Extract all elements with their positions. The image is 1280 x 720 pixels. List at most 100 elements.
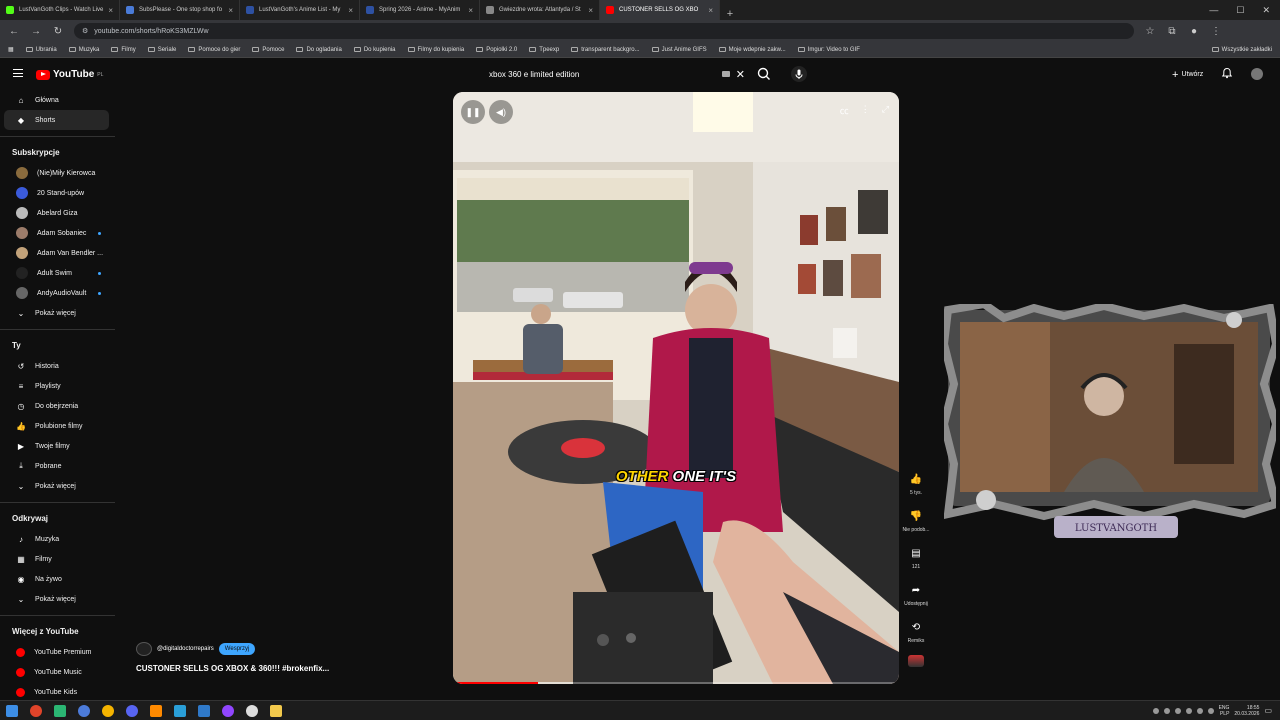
tab-close-icon[interactable]: × — [348, 6, 353, 15]
twitch-taskbar-icon[interactable] — [222, 704, 234, 717]
discord-taskbar-icon[interactable] — [126, 704, 138, 717]
keyboard-icon[interactable] — [722, 71, 730, 77]
tab-close-icon[interactable]: × — [708, 6, 713, 15]
sound-thumbnail[interactable] — [908, 655, 924, 667]
notifications-bell-icon[interactable] — [1221, 67, 1233, 79]
bookmark-item[interactable]: Filmy do kupienia — [407, 47, 464, 53]
tab-close-icon[interactable]: × — [588, 6, 593, 15]
create-button[interactable]: + Utwórz — [1166, 67, 1209, 82]
app5-taskbar-icon[interactable] — [246, 704, 258, 717]
clock[interactable]: 18:55 20.03.2026 — [1234, 705, 1259, 717]
menu-hamburger-icon[interactable] — [13, 69, 23, 77]
action-remix[interactable]: ⟲ Remiks — [907, 618, 925, 645]
support-button[interactable]: Wesprzyj — [218, 643, 256, 655]
browser-tab[interactable]: Gwiezdne wrota: Atlantyda / St × — [480, 0, 600, 20]
sidebar-subscription[interactable]: Abelard Giza — [4, 203, 109, 223]
profile-icon[interactable]: ● — [1188, 26, 1200, 37]
app4-taskbar-icon[interactable] — [198, 704, 210, 717]
youtube-logo[interactable]: YouTube PL — [36, 69, 103, 80]
captions-icon[interactable]: ㏄ — [840, 104, 849, 117]
app3-taskbar-icon[interactable] — [174, 704, 186, 717]
sidebar-item[interactable]: 👍 Polubione filmy — [4, 416, 109, 436]
apps-icon[interactable]: ▦ — [8, 46, 14, 53]
clear-search-icon[interactable]: ✕ — [736, 68, 745, 81]
tray-icon[interactable] — [1163, 707, 1170, 714]
tray-icon[interactable] — [1152, 707, 1159, 714]
search-input[interactable]: xbox 360 e limited edition ✕ — [480, 65, 750, 84]
channel-avatar[interactable] — [136, 642, 152, 656]
notifications-icon[interactable]: ▭ — [1264, 706, 1272, 715]
short-video-player[interactable]: OTHER ONE IT'S ❚❚ ◀) ㏄ ⋮ ⤢ — [453, 92, 899, 684]
sidebar-item[interactable]: ▦ Filmy — [4, 549, 109, 569]
browser-tab[interactable]: CUSTONER SELLS OG XBO × — [600, 0, 720, 20]
browser-taskbar-icon[interactable] — [78, 704, 90, 717]
bookmark-item[interactable]: Filmy — [111, 47, 136, 53]
sidebar-item[interactable]: ≡ Playlisty — [4, 376, 109, 396]
bookmark-item[interactable]: Muzyka — [68, 47, 99, 53]
network-icon[interactable] — [1196, 707, 1203, 714]
bookmark-item[interactable]: Do ogladania — [296, 47, 342, 53]
bookmark-item[interactable]: Imgur: Video to GIF — [797, 47, 860, 53]
action-like[interactable]: 👍 5 tys. — [907, 470, 925, 497]
sidebar-subscription[interactable]: Adult Swim — [4, 263, 109, 283]
sidebar-item[interactable]: ◷ Do obejrzenia — [4, 396, 109, 416]
sidebar-item[interactable]: YouTube Music — [4, 662, 109, 682]
minimize-icon[interactable]: — — [1209, 5, 1218, 15]
sidebar-item[interactable]: YouTube Premium — [4, 642, 109, 662]
forward-icon[interactable]: → — [30, 26, 42, 37]
bookmark-item[interactable]: Ubrania — [25, 47, 57, 53]
you-header[interactable]: Ty — [0, 336, 115, 354]
show-more-subscriptions[interactable]: ⌄ Pokaż więcej — [4, 303, 109, 323]
sidebar-item[interactable]: ▶ Twoje filmy — [4, 436, 109, 456]
sidebar-subscription[interactable]: (Nie)Miły Kierowca — [4, 163, 109, 183]
reload-icon[interactable]: ↻ — [52, 26, 64, 37]
all-bookmarks-item[interactable]: Wszystkie zakładki — [1211, 47, 1272, 53]
bookmark-item[interactable]: Just Anime GIFS — [651, 47, 707, 53]
sidebar-item[interactable]: ⌄ Pokaż więcej — [4, 589, 109, 609]
back-icon[interactable]: ← — [8, 26, 20, 37]
site-info-icon[interactable]: ⚙ — [82, 27, 88, 35]
fullscreen-icon[interactable]: ⤢ — [882, 104, 889, 117]
more-options-icon[interactable]: ⋮ — [861, 104, 870, 117]
volume-tray-icon[interactable] — [1207, 707, 1214, 714]
browser-tab[interactable]: LustVanGoth Clips - Watch Live × — [0, 0, 120, 20]
bookmark-item[interactable]: Popiolki 2.0 — [476, 47, 517, 53]
maximize-icon[interactable]: ☐ — [1236, 5, 1244, 16]
video-progress-bar[interactable] — [453, 682, 899, 684]
bookmark-item[interactable]: Moje wdepnie zakw... — [718, 47, 786, 53]
tab-close-icon[interactable]: × — [468, 6, 473, 15]
chrome-taskbar-icon[interactable] — [30, 704, 42, 717]
tray-icon[interactable] — [1185, 707, 1192, 714]
sidebar-item[interactable]: ⤓ Pobrane — [4, 456, 109, 476]
channel-name[interactable]: @digitaldoctorrepairs — [157, 646, 214, 652]
sidebar-subscription[interactable]: Adam Van Bendler ... — [4, 243, 109, 263]
vlc-taskbar-icon[interactable] — [150, 704, 162, 717]
bookmark-item[interactable]: Do kupienia — [353, 47, 396, 53]
sidebar-item[interactable]: ↺ Historia — [4, 356, 109, 376]
search-button[interactable] — [756, 66, 772, 82]
sidebar-subscription[interactable]: Adam Sobaniec — [4, 223, 109, 243]
browser-tab[interactable]: Spring 2026 - Anime - MyAnim × — [360, 0, 480, 20]
pause-button[interactable]: ❚❚ — [461, 100, 485, 124]
tray-icon[interactable] — [1174, 707, 1181, 714]
bookmark-item[interactable]: Pomoce do gier — [188, 47, 240, 53]
sidebar-subscription[interactable]: 20 Stand-upów — [4, 183, 109, 203]
start-menu-icon[interactable] — [6, 704, 18, 717]
new-tab-button[interactable]: + — [720, 8, 740, 20]
browser-tab[interactable]: LustVanGoth's Anime List - My × — [240, 0, 360, 20]
browser-tab[interactable]: SubsPlease - One stop shop fo × — [120, 0, 240, 20]
account-avatar[interactable] — [1251, 68, 1263, 80]
voice-search-button[interactable] — [791, 66, 807, 82]
subscriptions-header[interactable]: Subskrypcje — [0, 143, 115, 161]
extensions-icon[interactable]: ⧉ — [1166, 26, 1178, 37]
app-taskbar-icon[interactable] — [54, 704, 66, 717]
sidebar-subscription[interactable]: AndyAudioVault — [4, 283, 109, 303]
close-window-icon[interactable]: ✕ — [1262, 5, 1270, 16]
menu-icon[interactable]: ⋮ — [1210, 26, 1222, 37]
sidebar-item[interactable]: ⌄ Pokaż więcej — [4, 476, 109, 496]
sidebar-item[interactable]: ◆ Shorts — [4, 110, 109, 130]
lang-indicator[interactable]: ENG PLP — [1219, 705, 1230, 717]
sidebar-item[interactable]: ◉ Na żywo — [4, 569, 109, 589]
action-dislike[interactable]: 👎 Nie podob... — [903, 507, 930, 534]
app2-taskbar-icon[interactable] — [102, 704, 114, 717]
